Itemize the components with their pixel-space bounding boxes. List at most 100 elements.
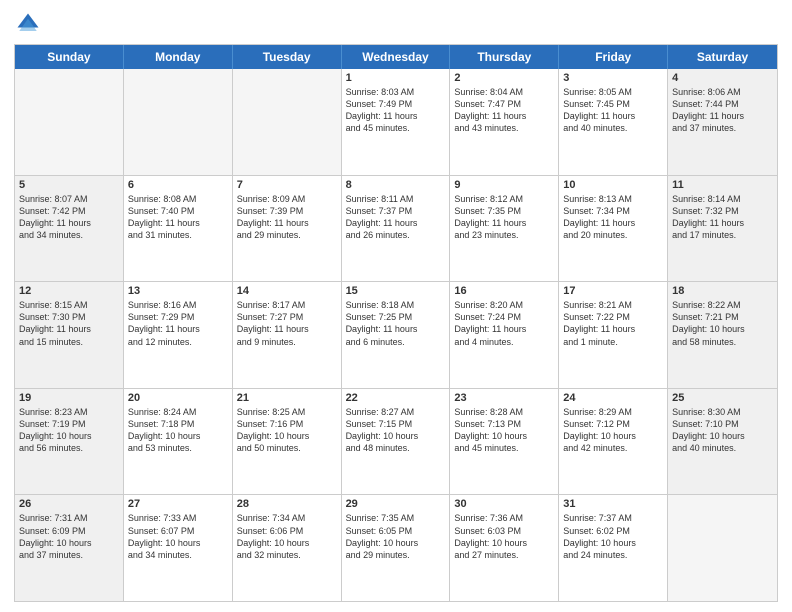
day-cell-2: 2 Sunrise: 8:04 AM Sunset: 7:47 PM Daylig… — [450, 69, 559, 175]
day-cell-23: 23 Sunrise: 8:28 AM Sunset: 7:13 PM Dayli… — [450, 389, 559, 495]
day-number-6: 6 — [128, 179, 228, 191]
day-number-29: 29 — [346, 498, 446, 510]
day-number-31: 31 — [563, 498, 663, 510]
cell-daylight-info: Sunrise: 8:07 AM Sunset: 7:42 PM Dayligh… — [19, 193, 119, 242]
day-cell-5: 5 Sunrise: 8:07 AM Sunset: 7:42 PM Daylig… — [15, 176, 124, 282]
day-cell-28: 28Sunrise: 7:34 AM Sunset: 6:06 PM Dayli… — [233, 495, 342, 601]
day-cell-17: 17Sunrise: 8:21 AM Sunset: 7:22 PM Dayli… — [559, 282, 668, 388]
day-number-20: 20 — [128, 392, 228, 404]
day-number-3: 3 — [563, 72, 663, 84]
day-number-23: 23 — [454, 392, 554, 404]
day-cell-4: 4 Sunrise: 8:06 AM Sunset: 7:44 PM Daylig… — [668, 69, 777, 175]
header-day-saturday: Saturday — [668, 45, 777, 69]
day-cell-3: 3 Sunrise: 8:05 AM Sunset: 7:45 PM Daylig… — [559, 69, 668, 175]
day-cell-empty — [233, 69, 342, 175]
cell-daylight-info: Sunrise: 8:06 AM Sunset: 7:44 PM Dayligh… — [672, 86, 773, 135]
header-day-wednesday: Wednesday — [342, 45, 451, 69]
day-cell-16: 16Sunrise: 8:20 AM Sunset: 7:24 PM Dayli… — [450, 282, 559, 388]
day-number-2: 2 — [454, 72, 554, 84]
cell-daylight-info: Sunrise: 7:37 AM Sunset: 6:02 PM Dayligh… — [563, 512, 663, 561]
calendar-row-3: 19 Sunrise: 8:23 AM Sunset: 7:19 PM Dayli… — [15, 388, 777, 495]
cell-daylight-info: Sunrise: 8:12 AM Sunset: 7:35 PM Dayligh… — [454, 193, 554, 242]
day-number-24: 24 — [563, 392, 663, 404]
calendar-body: 1Sunrise: 8:03 AM Sunset: 7:49 PM Daylig… — [15, 69, 777, 601]
day-number-15: 15 — [346, 285, 446, 297]
day-number-16: 16 — [454, 285, 554, 297]
day-cell-21: 21 Sunrise: 8:25 AM Sunset: 7:16 PM Dayli… — [233, 389, 342, 495]
day-number-5: 5 — [19, 179, 119, 191]
day-cell-20: 20Sunrise: 8:24 AM Sunset: 7:18 PM Dayli… — [124, 389, 233, 495]
day-cell-6: 6 Sunrise: 8:08 AM Sunset: 7:40 PM Daylig… — [124, 176, 233, 282]
day-cell-14: 14 Sunrise: 8:17 AM Sunset: 7:27 PM Dayli… — [233, 282, 342, 388]
cell-daylight-info: Sunrise: 8:16 AM Sunset: 7:29 PM Dayligh… — [128, 299, 228, 348]
cell-daylight-info: Sunrise: 8:15 AM Sunset: 7:30 PM Dayligh… — [19, 299, 119, 348]
day-number-26: 26 — [19, 498, 119, 510]
day-cell-18: 18 Sunrise: 8:22 AM Sunset: 7:21 PM Dayli… — [668, 282, 777, 388]
cell-daylight-info: Sunrise: 8:28 AM Sunset: 7:13 PM Dayligh… — [454, 406, 554, 455]
cell-daylight-info: Sunrise: 8:09 AM Sunset: 7:39 PM Dayligh… — [237, 193, 337, 242]
header-day-thursday: Thursday — [450, 45, 559, 69]
calendar-row-1: 5 Sunrise: 8:07 AM Sunset: 7:42 PM Daylig… — [15, 175, 777, 282]
day-cell-8: 8 Sunrise: 8:11 AM Sunset: 7:37 PM Daylig… — [342, 176, 451, 282]
cell-daylight-info: Sunrise: 8:30 AM Sunset: 7:10 PM Dayligh… — [672, 406, 773, 455]
day-cell-24: 24 Sunrise: 8:29 AM Sunset: 7:12 PM Dayli… — [559, 389, 668, 495]
day-cell-26: 26 Sunrise: 7:31 AM Sunset: 6:09 PM Dayli… — [15, 495, 124, 601]
day-cell-empty — [668, 495, 777, 601]
day-number-22: 22 — [346, 392, 446, 404]
cell-daylight-info: Sunrise: 7:31 AM Sunset: 6:09 PM Dayligh… — [19, 512, 119, 561]
logo — [14, 10, 46, 38]
header-day-sunday: Sunday — [15, 45, 124, 69]
day-cell-31: 31 Sunrise: 7:37 AM Sunset: 6:02 PM Dayli… — [559, 495, 668, 601]
page: SundayMondayTuesdayWednesdayThursdayFrid… — [0, 0, 792, 612]
calendar-row-4: 26 Sunrise: 7:31 AM Sunset: 6:09 PM Dayli… — [15, 494, 777, 601]
cell-daylight-info: Sunrise: 8:29 AM Sunset: 7:12 PM Dayligh… — [563, 406, 663, 455]
day-cell-12: 12 Sunrise: 8:15 AM Sunset: 7:30 PM Dayli… — [15, 282, 124, 388]
day-number-4: 4 — [672, 72, 773, 84]
cell-daylight-info: Sunrise: 8:22 AM Sunset: 7:21 PM Dayligh… — [672, 299, 773, 348]
cell-daylight-info: Sunrise: 8:14 AM Sunset: 7:32 PM Dayligh… — [672, 193, 773, 242]
cell-daylight-info: Sunrise: 8:04 AM Sunset: 7:47 PM Dayligh… — [454, 86, 554, 135]
day-cell-11: 11 Sunrise: 8:14 AM Sunset: 7:32 PM Dayli… — [668, 176, 777, 282]
day-number-10: 10 — [563, 179, 663, 191]
day-number-9: 9 — [454, 179, 554, 191]
cell-daylight-info: Sunrise: 7:33 AM Sunset: 6:07 PM Dayligh… — [128, 512, 228, 561]
day-cell-30: 30 Sunrise: 7:36 AM Sunset: 6:03 PM Dayli… — [450, 495, 559, 601]
day-cell-7: 7 Sunrise: 8:09 AM Sunset: 7:39 PM Daylig… — [233, 176, 342, 282]
cell-daylight-info: Sunrise: 7:34 AM Sunset: 6:06 PM Dayligh… — [237, 512, 337, 561]
day-number-7: 7 — [237, 179, 337, 191]
day-number-1: 1 — [346, 72, 446, 84]
day-cell-1: 1Sunrise: 8:03 AM Sunset: 7:49 PM Daylig… — [342, 69, 451, 175]
cell-daylight-info: Sunrise: 8:05 AM Sunset: 7:45 PM Dayligh… — [563, 86, 663, 135]
day-number-27: 27 — [128, 498, 228, 510]
day-number-19: 19 — [19, 392, 119, 404]
day-cell-19: 19 Sunrise: 8:23 AM Sunset: 7:19 PM Dayli… — [15, 389, 124, 495]
day-number-13: 13 — [128, 285, 228, 297]
calendar-header: SundayMondayTuesdayWednesdayThursdayFrid… — [15, 45, 777, 69]
day-number-21: 21 — [237, 392, 337, 404]
logo-icon — [14, 10, 42, 38]
day-cell-9: 9 Sunrise: 8:12 AM Sunset: 7:35 PM Daylig… — [450, 176, 559, 282]
day-number-8: 8 — [346, 179, 446, 191]
day-cell-22: 22 Sunrise: 8:27 AM Sunset: 7:15 PM Dayli… — [342, 389, 451, 495]
day-cell-empty — [124, 69, 233, 175]
cell-daylight-info: Sunrise: 8:27 AM Sunset: 7:15 PM Dayligh… — [346, 406, 446, 455]
cell-daylight-info: Sunrise: 8:25 AM Sunset: 7:16 PM Dayligh… — [237, 406, 337, 455]
calendar-row-2: 12 Sunrise: 8:15 AM Sunset: 7:30 PM Dayli… — [15, 281, 777, 388]
header-day-friday: Friday — [559, 45, 668, 69]
cell-daylight-info: Sunrise: 8:11 AM Sunset: 7:37 PM Dayligh… — [346, 193, 446, 242]
cell-daylight-info: Sunrise: 7:35 AM Sunset: 6:05 PM Dayligh… — [346, 512, 446, 561]
day-cell-13: 13 Sunrise: 8:16 AM Sunset: 7:29 PM Dayli… — [124, 282, 233, 388]
day-cell-15: 15Sunrise: 8:18 AM Sunset: 7:25 PM Dayli… — [342, 282, 451, 388]
cell-daylight-info: Sunrise: 8:13 AM Sunset: 7:34 PM Dayligh… — [563, 193, 663, 242]
day-number-11: 11 — [672, 179, 773, 191]
cell-daylight-info: Sunrise: 8:17 AM Sunset: 7:27 PM Dayligh… — [237, 299, 337, 348]
cell-daylight-info: Sunrise: 8:23 AM Sunset: 7:19 PM Dayligh… — [19, 406, 119, 455]
day-number-30: 30 — [454, 498, 554, 510]
day-cell-10: 10 Sunrise: 8:13 AM Sunset: 7:34 PM Dayli… — [559, 176, 668, 282]
day-number-12: 12 — [19, 285, 119, 297]
cell-daylight-info: Sunrise: 8:08 AM Sunset: 7:40 PM Dayligh… — [128, 193, 228, 242]
day-number-14: 14 — [237, 285, 337, 297]
cell-daylight-info: Sunrise: 7:36 AM Sunset: 6:03 PM Dayligh… — [454, 512, 554, 561]
day-number-18: 18 — [672, 285, 773, 297]
calendar: SundayMondayTuesdayWednesdayThursdayFrid… — [14, 44, 778, 602]
